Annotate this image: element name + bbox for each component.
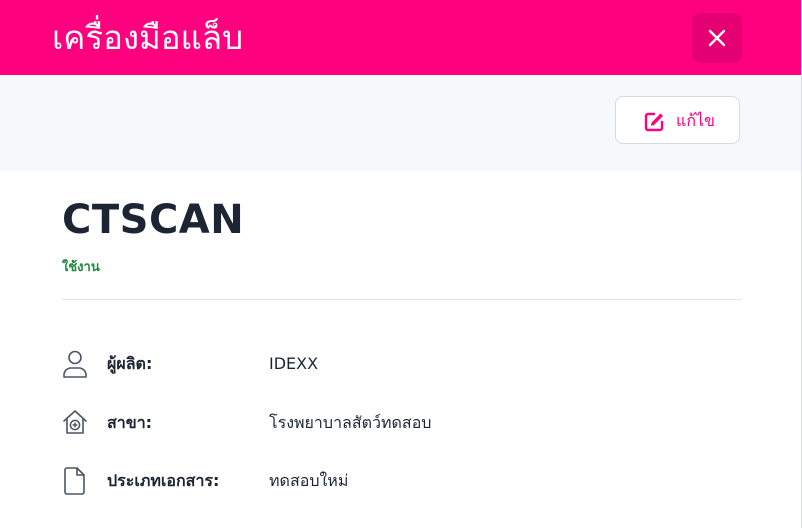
document-icon bbox=[64, 467, 85, 495]
record-name: CTSCAN bbox=[62, 197, 245, 243]
section-divider bbox=[62, 299, 742, 300]
edit-button-label: แก้ไข bbox=[676, 111, 715, 130]
detail-row-branch: สาขา: โรงพยาบาลสัตว์ทดสอบ bbox=[62, 408, 742, 440]
edit-icon bbox=[644, 112, 664, 132]
branch-value: โรงพยาบาลสัตว์ทดสอบ bbox=[269, 413, 432, 432]
lab-equipment-panel: เครื่องมือแล็บ แก้ไข CTSCAN ใช้งาน ผู้ผล… bbox=[0, 0, 802, 528]
close-icon bbox=[708, 29, 726, 47]
status-badge: ใช้งาน bbox=[62, 260, 100, 275]
panel-title: เครื่องมือแล็บ bbox=[52, 18, 244, 57]
detail-row-manufacturer: ผู้ผลิต: IDEXX bbox=[62, 349, 742, 381]
close-button[interactable] bbox=[692, 13, 742, 63]
user-icon bbox=[63, 350, 87, 378]
edit-button[interactable]: แก้ไข bbox=[615, 96, 740, 144]
document-type-value: ทดสอบใหม่ bbox=[269, 471, 349, 490]
panel-header: เครื่องมือแล็บ bbox=[0, 0, 801, 75]
detail-row-document-type: ประเภทเอกสาร: ทดสอบใหม่ bbox=[62, 466, 742, 498]
manufacturer-value: IDEXX bbox=[269, 354, 319, 373]
branch-label: สาขา: bbox=[107, 413, 153, 432]
document-type-label: ประเภทเอกสาร: bbox=[107, 471, 220, 490]
action-toolbar: แก้ไข bbox=[0, 75, 801, 171]
manufacturer-label: ผู้ผลิต: bbox=[107, 354, 153, 373]
clinic-icon bbox=[63, 410, 87, 434]
